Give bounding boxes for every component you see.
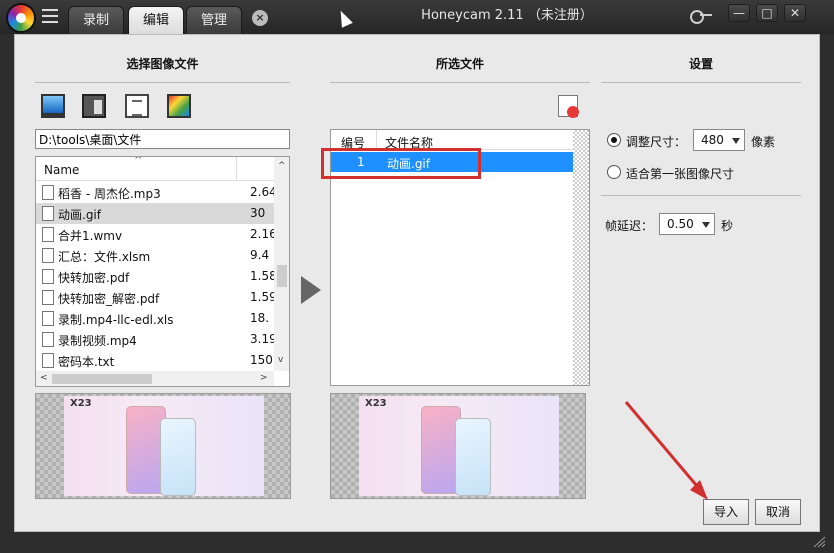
vertical-scrollbar[interactable]: ^ v (274, 157, 289, 371)
cancel-button[interactable]: 取消 (755, 499, 801, 525)
file-icon (42, 311, 54, 326)
preview-image: X23 (64, 396, 264, 496)
file-size: 2.64 (250, 185, 277, 199)
file-name: 快转加密_解密.pdf (58, 292, 160, 306)
file-row[interactable]: 快转加密_解密.pdf 1.59 (36, 287, 277, 308)
computer-icon[interactable] (82, 94, 106, 118)
path-input[interactable] (35, 129, 290, 149)
resize-unit: 像素 (751, 135, 776, 149)
frame-delay-label: 帧延迟： (605, 219, 654, 233)
preview-brand-text: X23 (365, 398, 387, 409)
select-image-files-header: 选择图像文件 (126, 57, 199, 71)
file-icon (42, 227, 54, 242)
file-icon (42, 206, 54, 221)
maximize-button[interactable]: □ (756, 4, 778, 22)
file-size: 2.16 (250, 227, 277, 241)
remove-file-icon[interactable] (558, 95, 579, 118)
source-preview: X23 (35, 393, 291, 499)
file-icon (42, 269, 54, 284)
file-size: 18. (250, 311, 270, 325)
scrollbar-thumb[interactable] (277, 265, 287, 287)
file-row[interactable]: 合并1.wmv 2.16 (36, 224, 277, 245)
divider (601, 195, 801, 196)
file-name: 密码本.txt (58, 355, 115, 369)
file-row[interactable]: 录制视频.mp4 3.19 (36, 329, 277, 350)
file-size: 1.59 (250, 290, 277, 304)
file-name: 录制.mp4-llc-edl.xls (58, 313, 174, 327)
selected-files-header: 所选文件 (435, 57, 484, 71)
divider (330, 82, 590, 83)
divider (601, 82, 801, 83)
fit-first-image-radio[interactable] (607, 165, 621, 179)
pictures-icon[interactable] (167, 94, 191, 118)
file-row[interactable]: 动画.gif 30 (36, 203, 274, 224)
title-bar: 录制 编辑 管理 × Honeycam 2.11 （未注册） — □ ✕ (0, 0, 834, 34)
file-icon (42, 290, 54, 305)
highlight-box (321, 148, 481, 179)
file-size: 3.19 (250, 332, 277, 346)
file-name: 快转加密.pdf (58, 271, 130, 285)
annotation-arrow-icon (624, 401, 708, 500)
file-icon (42, 353, 54, 368)
file-row[interactable]: 快转加密.pdf 1.58 (36, 266, 277, 287)
file-icon (42, 185, 54, 200)
file-size: 30 (250, 206, 266, 220)
file-name: 录制视频.mp4 (58, 334, 137, 348)
app-window: 录制 编辑 管理 × Honeycam 2.11 （未注册） — □ ✕ 选择图… (0, 0, 834, 553)
file-name: 汇总：文件.xlsm (58, 250, 151, 264)
file-row[interactable]: 密码本.txt 150 (36, 350, 274, 371)
file-size: 1.58 (250, 269, 277, 283)
chevron-down-icon (702, 222, 710, 228)
resize-radio[interactable] (607, 133, 621, 147)
scrollbar-thumb[interactable] (52, 374, 152, 384)
resize-grip-icon[interactable] (812, 536, 826, 548)
file-row[interactable]: 汇总：文件.xlsm 9.4 (36, 245, 274, 266)
minimize-button[interactable]: — (728, 4, 750, 22)
horizontal-scrollbar[interactable]: < > (36, 371, 274, 386)
selected-list-header: 编号 文件名称 (331, 130, 573, 150)
file-icon (42, 248, 54, 263)
add-to-selection-arrow-icon[interactable] (301, 276, 321, 304)
sort-ascending-icon: ^ (134, 156, 143, 166)
file-list[interactable]: ^ Name 稻香 - 周杰伦.mp3 2.64 动画.gif 30 合并1.wmv 2.… (35, 156, 290, 387)
desktop-icon[interactable] (41, 94, 65, 118)
file-icon (42, 332, 54, 347)
list-scroll-area (573, 130, 589, 385)
file-list-header: ^ Name (36, 157, 274, 181)
chevron-down-icon (732, 138, 740, 144)
file-name: 稻香 - 周杰伦.mp3 (58, 187, 161, 201)
fit-first-image-label: 适合第一张图像尺寸 (626, 167, 735, 181)
resize-label: 调整尺寸： (626, 135, 687, 149)
frame-delay-unit: 秒 (721, 219, 734, 233)
file-row[interactable]: 稻香 - 周杰伦.mp3 2.64 (36, 182, 277, 203)
file-row[interactable]: 录制.mp4-llc-edl.xls 18. (36, 308, 274, 329)
file-name: 动画.gif (58, 208, 101, 222)
close-button[interactable]: ✕ (784, 4, 806, 22)
file-name: 合并1.wmv (58, 229, 123, 243)
settings-header: 设置 (688, 57, 713, 71)
output-preview: X23 (330, 393, 586, 499)
file-size: 150 (250, 353, 273, 367)
resize-select[interactable]: 480 (693, 129, 745, 151)
preview-image: X23 (359, 396, 559, 496)
column-name[interactable]: Name (44, 163, 79, 177)
key-icon[interactable] (690, 8, 712, 24)
divider (35, 82, 290, 83)
file-size: 9.4 (250, 248, 270, 262)
documents-icon[interactable] (125, 94, 149, 118)
preview-brand-text: X23 (70, 398, 92, 409)
frame-delay-select[interactable]: 0.50 (659, 213, 715, 235)
